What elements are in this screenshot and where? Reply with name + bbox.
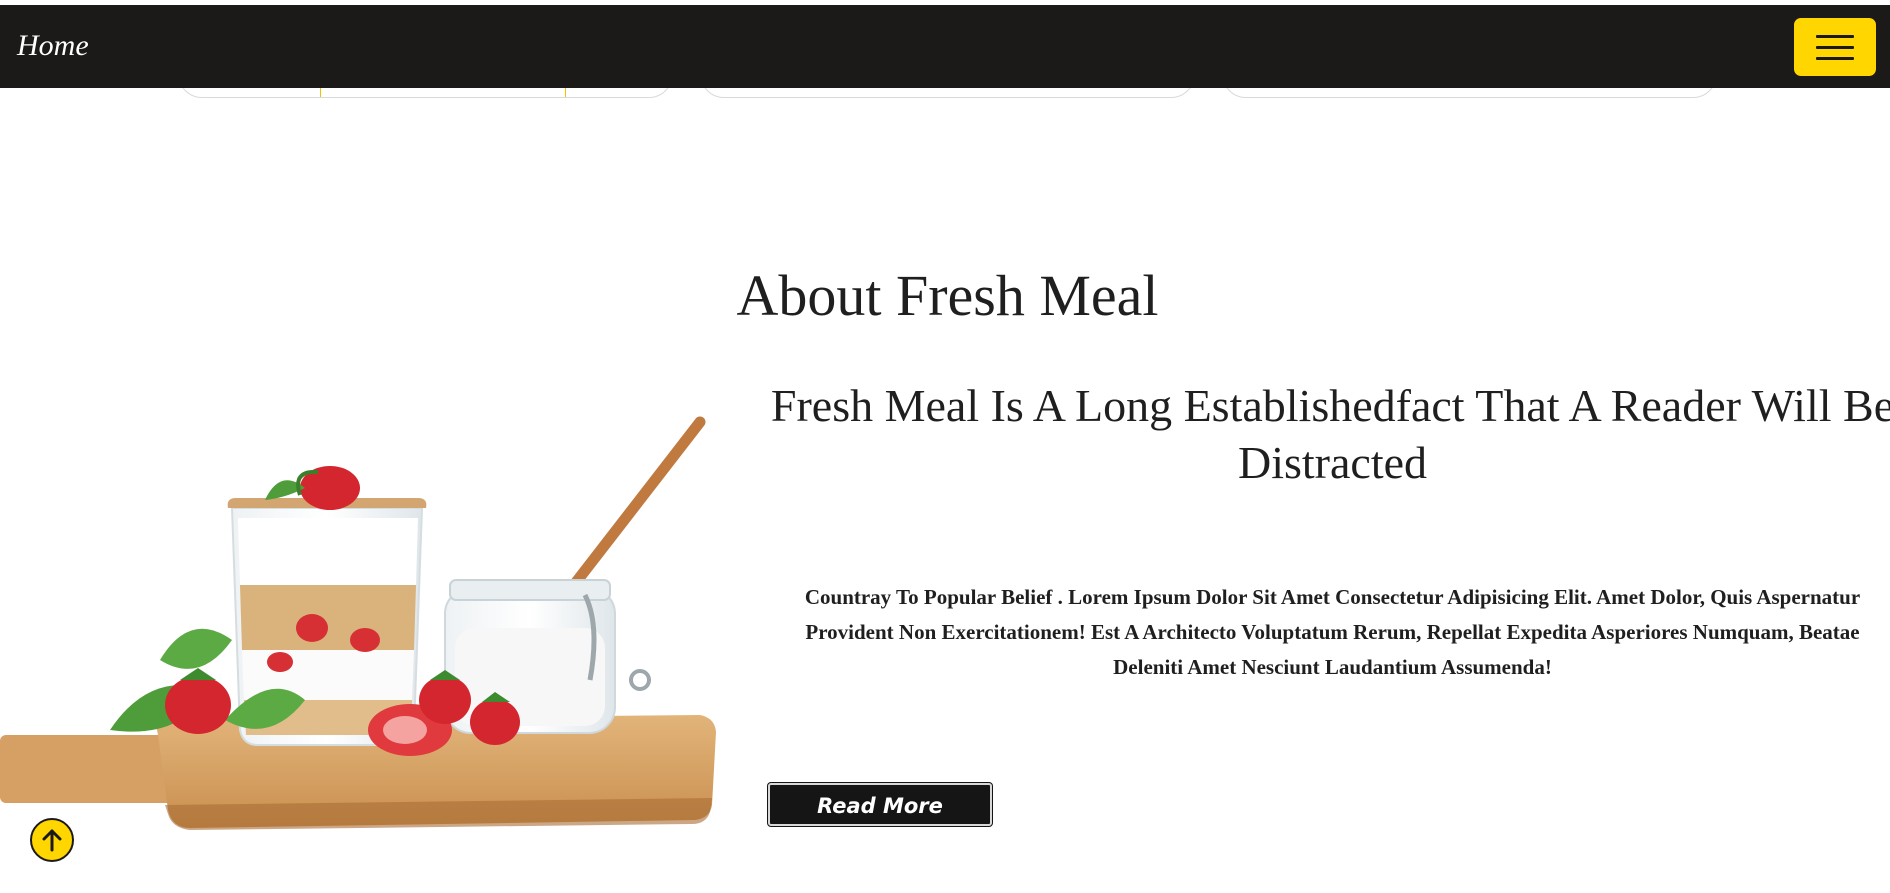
arrow-up-icon xyxy=(42,829,62,852)
food-image xyxy=(0,416,716,830)
home-link[interactable]: Home xyxy=(17,29,89,63)
menu-toggle-button[interactable] xyxy=(1794,18,1876,76)
read-more-button[interactable]: Read More xyxy=(768,783,992,826)
about-title: About Fresh Meal xyxy=(736,263,1159,328)
about-paragraph: Countray To Popular Belief . Lorem Ipsum… xyxy=(804,585,1861,679)
navbar: Home xyxy=(0,5,1890,88)
about-subtitle: Fresh Meal Is A Long Establishedfact Tha… xyxy=(770,380,1890,488)
back-to-top-button[interactable] xyxy=(30,818,74,862)
